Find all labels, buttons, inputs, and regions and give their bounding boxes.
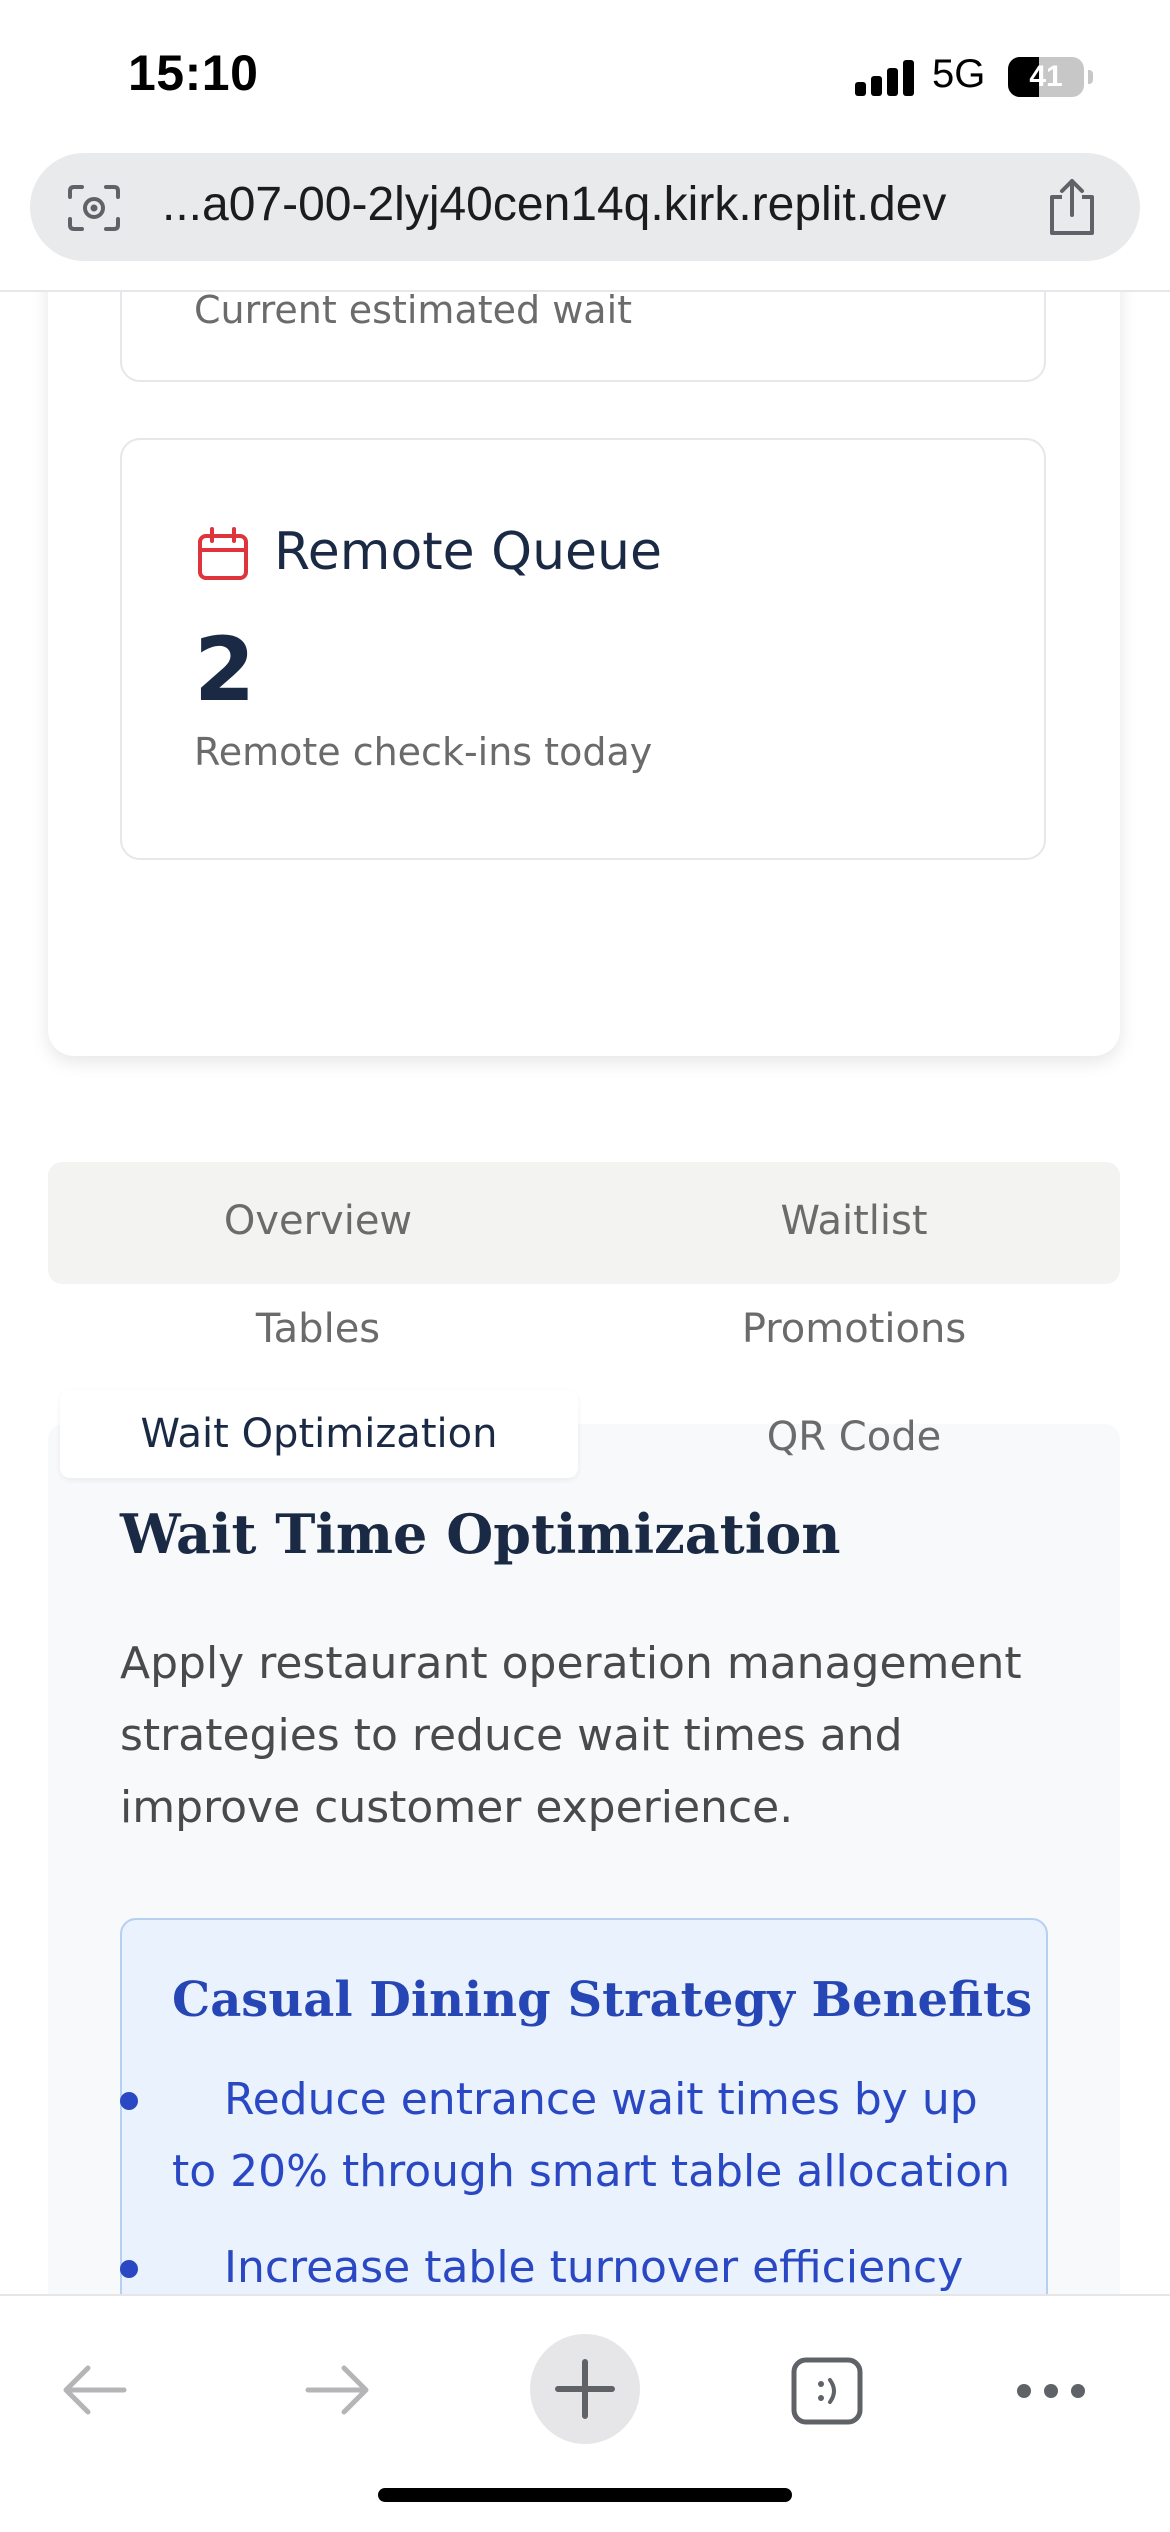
signal-icon	[855, 60, 915, 96]
tab-promotions[interactable]: Promotions	[588, 1306, 1120, 1352]
tab-overview[interactable]: Overview	[48, 1198, 588, 1244]
panel-title: Wait Time Optimization	[120, 1502, 841, 1566]
home-indicator	[378, 2488, 792, 2502]
battery-nub	[1088, 70, 1093, 84]
plus-icon	[555, 2359, 615, 2419]
camera-search-icon[interactable]	[66, 183, 122, 233]
forward-arrow-icon[interactable]	[302, 2360, 374, 2420]
benefits-title: Casual Dining Strategy Benefits	[172, 1972, 1033, 2028]
remote-queue-caption: Remote check-ins today	[194, 730, 653, 774]
remote-queue-card: Remote Queue 2 Remote check-ins today	[120, 438, 1046, 860]
url-text[interactable]: ...a07-00-2lyj40cen14q.kirk.replit.dev	[162, 177, 1052, 232]
calendar-icon	[198, 527, 248, 580]
tab-wait-optimization[interactable]: Wait Optimization	[60, 1390, 578, 1478]
wait-caption: Current estimated wait	[194, 292, 633, 332]
battery-percent: 41	[1029, 60, 1063, 93]
tabs-icon[interactable]	[790, 2356, 864, 2426]
address-bar[interactable]: ...a07-00-2lyj40cen14q.kirk.replit.dev	[30, 153, 1140, 261]
status-bar: 15:10 5G 41	[0, 0, 1170, 150]
panel-description: Apply restaurant operation management st…	[120, 1638, 1022, 1833]
wait-time-card: Current estimated wait	[120, 292, 1046, 382]
remote-queue-value: 2	[194, 618, 256, 721]
back-arrow-icon[interactable]	[58, 2360, 130, 2420]
benefits-box: Casual Dining Strategy Benefits Reduce e…	[120, 1918, 1048, 2294]
status-time: 15:10	[128, 45, 259, 101]
tab-tables[interactable]: Tables	[48, 1306, 588, 1352]
benefit-item: Increase table turnover efficiency	[120, 2232, 1012, 2294]
more-icon[interactable]	[1014, 2380, 1088, 2402]
page-content[interactable]: Current estimated wait Remote Queue 2 Re…	[0, 292, 1170, 2294]
stats-card: Current estimated wait Remote Queue 2 Re…	[48, 292, 1120, 1056]
new-tab-button[interactable]	[530, 2334, 640, 2444]
tab-waitlist[interactable]: Waitlist	[588, 1198, 1120, 1244]
network-type: 5G	[932, 52, 986, 96]
benefit-item: Reduce entrance wait times by up to 20% …	[120, 2064, 1012, 2208]
battery-icon: 41	[1008, 57, 1084, 97]
tab-qr-code[interactable]: QR Code	[588, 1414, 1120, 1460]
remote-queue-title: Remote Queue	[274, 522, 662, 582]
share-icon[interactable]	[1042, 175, 1102, 239]
